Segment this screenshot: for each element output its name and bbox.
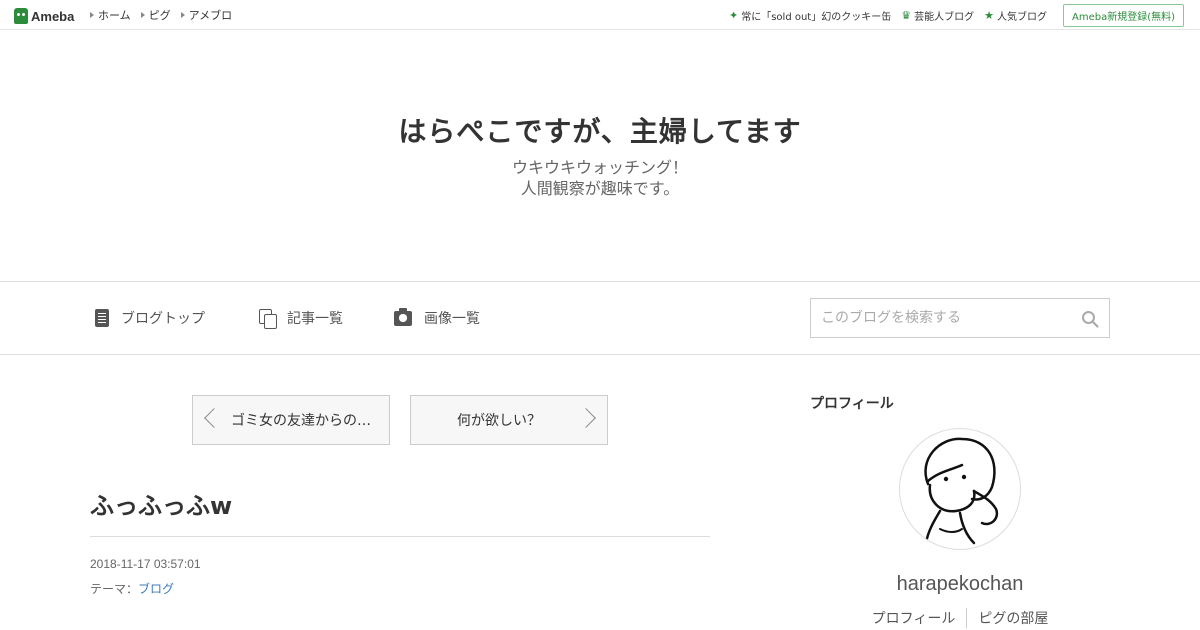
caret-right-icon — [90, 12, 94, 18]
divider — [90, 536, 710, 537]
nav-blog-top[interactable]: ブログトップ — [95, 282, 205, 354]
camera-icon — [394, 307, 412, 326]
popular-blog-label: 人気ブログ — [996, 11, 1047, 23]
entry-date: 2018-11-17 03:57:01 — [90, 557, 201, 571]
nav-pigg[interactable]: ピグ — [140, 7, 171, 23]
avatar-drawing — [924, 437, 999, 545]
nav-blog-top-label: ブログトップ — [121, 311, 205, 327]
nav-image-list-label: 画像一覧 — [424, 311, 480, 327]
blog-description: ウキウキウォッチング！ 人間観察が趣味です。 — [0, 157, 1200, 199]
profile-links: プロフィール ピグの部屋 — [810, 608, 1110, 628]
prev-entry-button[interactable]: ゴミ女の友達からの… — [192, 395, 390, 445]
theme-link[interactable]: ブログ — [138, 582, 174, 596]
promo-link[interactable]: ✦ 常に「sold out」幻のクッキー缶 — [729, 8, 891, 23]
blog-description-line: ウキウキウォッチング！ — [511, 158, 688, 177]
global-header: Ameba ホーム ピグ アメブロ ✦ 常に「sold out」幻のクッキー缶 ♛… — [0, 0, 1200, 30]
caret-right-icon — [140, 12, 145, 18]
celebrity-blog-link[interactable]: ♛ 芸能人ブログ — [901, 8, 974, 23]
ameba-logo[interactable]: Ameba — [14, 7, 74, 25]
avatar[interactable] — [899, 428, 1021, 550]
celebrity-blog-label: 芸能人ブログ — [914, 11, 975, 23]
nav-home[interactable]: ホーム — [90, 7, 131, 23]
service-nav: ホーム ピグ アメブロ — [90, 0, 232, 30]
pigg-room-link[interactable]: ピグの部屋 — [966, 608, 1059, 628]
caret-right-icon — [180, 12, 185, 18]
profile-heading: プロフィール — [810, 396, 894, 412]
blog-header: はらぺこですが、主婦してます ウキウキウォッチング！ 人間観察が趣味です。 — [0, 30, 1200, 281]
nav-home-label: ホーム — [98, 9, 131, 22]
nav-pigg-label: ピグ — [148, 9, 171, 22]
blog-search — [810, 298, 1110, 338]
blog-nav: ブログトップ 記事一覧 画像一覧 — [0, 281, 1200, 355]
star-icon: ★ — [984, 8, 994, 22]
document-icon — [95, 309, 109, 327]
theme-label: テーマ： — [90, 582, 139, 596]
profile-link[interactable]: プロフィール — [861, 608, 967, 628]
nav-article-list[interactable]: 記事一覧 — [259, 282, 343, 354]
header-links: ✦ 常に「sold out」幻のクッキー缶 ♛ 芸能人ブログ ★ 人気ブログ Ameb… — [729, 0, 1184, 30]
profile-username[interactable]: harapekochan — [810, 573, 1110, 596]
chevron-right-icon — [576, 408, 596, 428]
crown-icon: ♛ — [901, 8, 912, 22]
nav-ameblo[interactable]: アメブロ — [180, 7, 233, 23]
search-icon[interactable] — [1081, 310, 1099, 328]
logo-text: Ameba — [31, 8, 75, 24]
promo-link-label: 常に「sold out」幻のクッキー缶 — [741, 11, 892, 23]
copy-icon — [259, 309, 277, 329]
prev-entry-label: ゴミ女の友達からの… — [231, 413, 371, 429]
nav-image-list[interactable]: 画像一覧 — [394, 282, 480, 354]
sparkle-icon: ✦ — [729, 8, 739, 22]
ameba-logo-icon — [14, 8, 28, 24]
register-button[interactable]: Ameba新規登録(無料) — [1062, 3, 1184, 27]
blog-title[interactable]: はらぺこですが、主婦してます — [0, 110, 1200, 150]
blog-description-line: 人間観察が趣味です。 — [520, 179, 680, 198]
next-entry-label: 何が欲しい？ — [457, 413, 541, 429]
next-entry-button[interactable]: 何が欲しい？ — [410, 395, 608, 445]
popular-blog-link[interactable]: ★ 人気ブログ — [984, 8, 1047, 23]
nav-ameblo-label: アメブロ — [188, 9, 233, 22]
entry-theme: テーマ：ブログ — [90, 580, 174, 597]
nav-article-list-label: 記事一覧 — [287, 311, 343, 327]
search-input[interactable] — [811, 299, 1071, 337]
entry-title[interactable]: ふっふっふw — [90, 486, 232, 521]
